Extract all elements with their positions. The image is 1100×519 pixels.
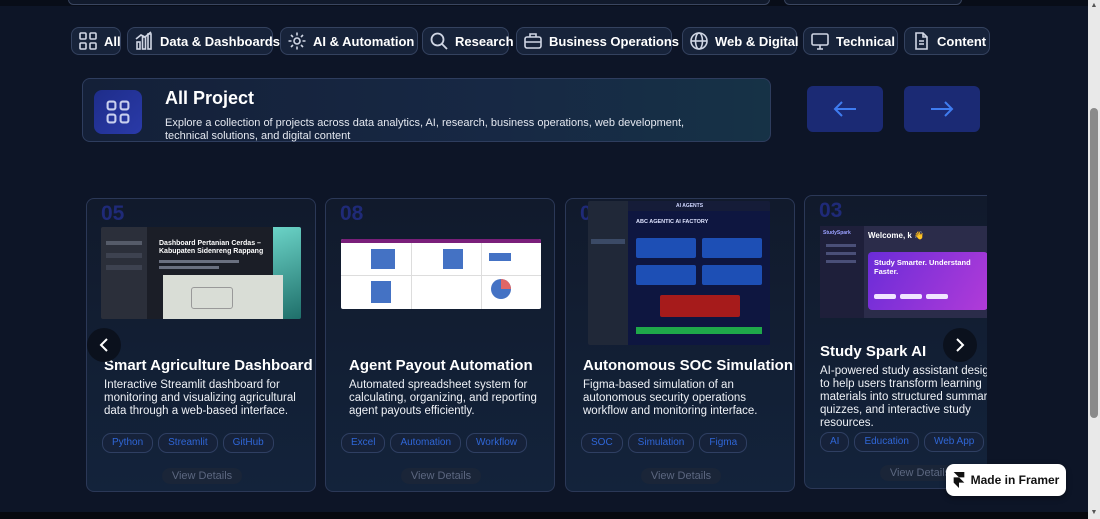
grid-icon	[94, 90, 142, 134]
tag[interactable]: Web App	[923, 432, 985, 452]
filter-label: Web & Digital	[715, 33, 799, 49]
globe-icon	[690, 32, 708, 50]
bar-chart-icon	[135, 31, 152, 50]
filter-all[interactable]: All	[71, 27, 121, 55]
filter-label: All	[104, 33, 121, 49]
view-details-button[interactable]: View Details	[641, 468, 721, 484]
page-scrollbar[interactable]: ▲ ▼	[1088, 0, 1100, 519]
project-thumbnail: Dashboard Pertanian Cerdas – Kabupaten S…	[101, 227, 301, 319]
search-icon	[430, 32, 448, 50]
monitor-icon	[811, 33, 829, 50]
project-description: Interactive Streamlit dashboard for moni…	[104, 379, 296, 417]
briefcase-icon	[524, 33, 542, 49]
thumbnail-hero: Study Smarter. Understand Faster.	[874, 258, 971, 276]
next-category-button[interactable]	[904, 86, 980, 132]
tag[interactable]: Figma	[699, 433, 748, 453]
project-description: Automated spreadsheet system for calcula…	[349, 379, 537, 417]
thumbnail-heading: ABC AGENTIC AI FACTORY	[636, 219, 709, 225]
project-card[interactable]: 08 Agent Payout Automation Automated spr…	[325, 198, 555, 492]
project-title: Agent Payout Automation	[349, 357, 533, 374]
thumbnail-topbar: AI AGENTS	[676, 203, 704, 209]
scroll-up-arrow-icon[interactable]: ▲	[1090, 2, 1098, 10]
tag[interactable]: AI	[820, 432, 850, 452]
tag[interactable]: Automation	[390, 433, 462, 453]
browser-top-strip	[0, 0, 1088, 6]
thumbnail-brand: StudySpark	[823, 230, 851, 236]
gear-icon	[288, 32, 306, 50]
project-description: Figma-based simulation of an autonomous …	[583, 379, 758, 417]
filter-label: AI & Automation	[313, 33, 415, 49]
thumbnail-heading: Dashboard Pertanian Cerdas – Kabupaten S…	[159, 240, 264, 255]
tag[interactable]: Education	[854, 432, 919, 452]
tag[interactable]: Streamlit	[158, 433, 218, 453]
tag[interactable]: SOC	[581, 433, 623, 453]
project-title: Smart Agriculture Dashboard	[104, 357, 313, 374]
carousel-next-button[interactable]	[943, 328, 977, 362]
project-number: 05	[101, 202, 125, 225]
framer-logo-icon	[953, 472, 964, 488]
scrollbar-thumb[interactable]	[1090, 108, 1098, 418]
page-title: All Project	[165, 88, 255, 108]
project-title: Autonomous SOC Simulation	[583, 357, 793, 374]
tag[interactable]: Python	[102, 433, 154, 453]
project-description: AI-powered study assistant designed to h…	[820, 365, 987, 429]
scroll-down-arrow-icon[interactable]: ▼	[1090, 509, 1098, 517]
arrow-right-icon	[931, 101, 954, 117]
project-thumbnail: StudySpark Welcome, k 👋 Study Smarter. U…	[820, 226, 987, 318]
carousel-prev-button[interactable]	[87, 328, 121, 362]
tag[interactable]: Workflow	[466, 433, 527, 453]
tag[interactable]: Excel	[341, 433, 386, 453]
project-thumbnail: AI AGENTS ABC AGENTIC AI FACTORY	[588, 201, 770, 345]
filter-label: Data & Dashboards	[160, 33, 280, 49]
view-details-button[interactable]: View Details	[401, 468, 481, 484]
filter-label: Technical	[836, 33, 896, 49]
filter-web-digital[interactable]: Web & Digital	[682, 27, 799, 55]
arrow-left-icon	[833, 101, 856, 117]
project-number: 03	[819, 199, 843, 222]
filter-business-operations[interactable]: Business Operations	[516, 27, 679, 55]
view-details-button[interactable]: View Details	[162, 468, 242, 484]
filter-label: Business Operations	[549, 33, 680, 49]
filter-content[interactable]: Content	[904, 27, 990, 55]
made-in-framer-badge[interactable]: Made in Framer	[946, 464, 1066, 496]
top-input-pill[interactable]	[68, 0, 770, 5]
chevron-right-icon	[956, 338, 965, 352]
tag-list: SOC Simulation Figma	[581, 433, 748, 453]
grid-icon	[79, 32, 97, 50]
framer-badge-label: Made in Framer	[970, 473, 1060, 487]
thumbnail-welcome: Welcome, k 👋	[868, 231, 925, 240]
chevron-left-icon	[99, 338, 108, 352]
page-description: Explore a collection of projects across …	[165, 117, 685, 142]
project-thumbnail	[341, 239, 541, 309]
project-number: 08	[340, 202, 364, 225]
filter-label: Content	[937, 33, 987, 49]
document-icon	[915, 32, 928, 50]
filter-research[interactable]: Research	[422, 27, 514, 55]
tag-list: Excel Automation Workflow	[341, 433, 527, 453]
bottom-strip	[0, 512, 1088, 519]
filter-data-dashboards[interactable]: Data & Dashboards	[127, 27, 280, 55]
prev-category-button[interactable]	[807, 86, 883, 132]
filter-ai-automation[interactable]: AI & Automation	[280, 27, 418, 55]
tag[interactable]: GitHub	[222, 433, 274, 453]
tag[interactable]: Simulation	[627, 433, 695, 453]
tag-list: AI Education Web App	[820, 432, 985, 452]
filter-label: Research	[455, 33, 514, 49]
project-card[interactable]: 07 AI AGENTS ABC AGENTIC AI FACTORY Auto…	[565, 198, 795, 492]
tag-list: Python Streamlit GitHub	[102, 433, 274, 453]
category-header-card: All Project Explore a collection of proj…	[82, 78, 771, 142]
project-title: Study Spark AI	[820, 343, 927, 360]
filter-technical[interactable]: Technical	[803, 27, 898, 55]
top-button-pill[interactable]	[784, 0, 962, 5]
